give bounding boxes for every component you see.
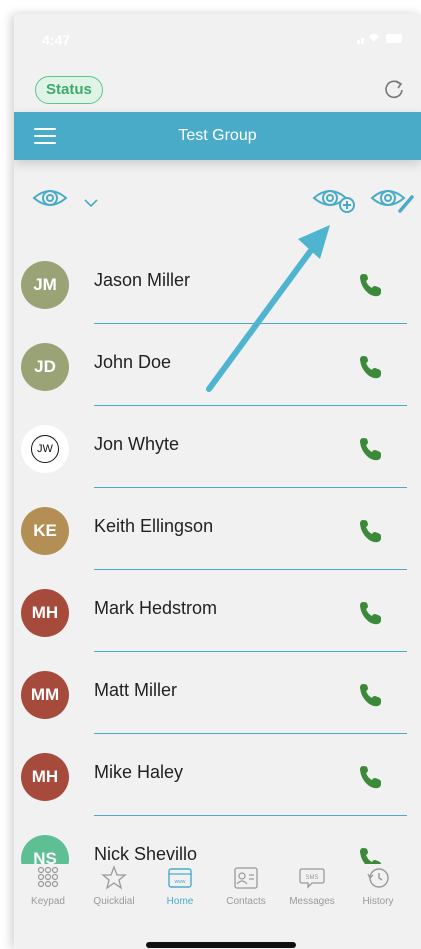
app-screen: 4:47 Status Test Group JM Jason Miller J… <box>14 14 421 949</box>
phone-icon[interactable] <box>357 272 383 298</box>
contact-row[interactable]: JD John Doe <box>14 324 421 406</box>
star-icon <box>101 865 127 890</box>
avatar: JW <box>21 425 69 473</box>
contact-name: Jason Miller <box>94 270 191 290</box>
contact-name: Jon Whyte <box>94 434 180 454</box>
avatar: MH <box>21 589 69 637</box>
contact-name: Nick Shevillo <box>94 844 198 864</box>
status-button[interactable]: Status <box>35 76 103 104</box>
avatar: MH <box>21 753 69 801</box>
add-view-icon[interactable] <box>312 184 356 214</box>
avatar: JM <box>21 261 69 309</box>
contact-row[interactable]: KE Keith Ellingson <box>14 488 421 570</box>
svg-text:SMS: SMS <box>305 875 318 881</box>
phone-icon[interactable] <box>357 518 383 544</box>
contact-row[interactable]: JM Jason Miller <box>14 242 421 324</box>
ios-status-bar: 4:47 <box>14 14 421 66</box>
home-icon: www <box>168 868 192 888</box>
contact-name: Mark Hedstrom <box>94 598 218 618</box>
tab-quickdial[interactable]: Quickdial <box>82 864 146 907</box>
avatar: JD <box>21 343 69 391</box>
tab-label: Quickdial <box>93 896 135 907</box>
svg-text:www: www <box>175 879 186 885</box>
tab-history[interactable]: History <box>346 864 410 907</box>
bottom-tab-bar: Keypad Quickdial www Home Contacts SMS Message… <box>14 864 421 949</box>
contact-name: Mike Haley <box>94 762 184 782</box>
contacts-icon <box>234 867 258 889</box>
tab-messages[interactable]: SMS Messages <box>280 864 344 907</box>
tab-label: Contacts <box>226 896 266 907</box>
contact-row[interactable]: MH Mike Haley <box>14 734 421 816</box>
phone-icon[interactable] <box>357 436 383 462</box>
chevron-down-icon[interactable] <box>84 198 98 208</box>
contact-row[interactable]: MH Mark Hedstrom <box>14 570 421 652</box>
header-bar: Test Group <box>14 112 421 160</box>
avatar-initials: JW <box>31 435 59 463</box>
clock: 4:47 <box>42 32 71 48</box>
sms-icon: SMS <box>299 868 325 889</box>
phone-icon[interactable] <box>357 600 383 626</box>
tab-label: History <box>362 896 394 907</box>
history-icon <box>367 868 389 888</box>
tab-keypad[interactable]: Keypad <box>16 864 80 907</box>
tab-label: Home <box>166 896 194 907</box>
contact-row[interactable]: MM Matt Miller <box>14 652 421 734</box>
contact-name: Keith Ellingson <box>94 516 214 536</box>
refresh-icon[interactable] <box>381 76 407 102</box>
phone-icon[interactable] <box>357 764 383 790</box>
tab-contacts[interactable]: Contacts <box>214 864 278 907</box>
tab-label: Keypad <box>31 896 65 907</box>
contact-name: John Doe <box>94 352 172 372</box>
phone-icon[interactable] <box>357 354 383 380</box>
avatar: KE <box>21 507 69 555</box>
filter-toolbar <box>14 184 421 224</box>
contact-name: Matt Miller <box>94 680 178 700</box>
eye-icon[interactable] <box>32 184 68 212</box>
avatar: MM <box>21 671 69 719</box>
phone-icon[interactable] <box>357 682 383 708</box>
keypad-icon <box>37 866 59 888</box>
tab-label: Messages <box>289 896 335 907</box>
page-title: Test Group <box>178 127 257 144</box>
home-indicator <box>146 942 296 948</box>
system-status-icons <box>357 34 402 44</box>
contact-row[interactable]: JW Jon Whyte <box>14 406 421 488</box>
tab-home[interactable]: www Home <box>148 864 212 907</box>
edit-view-icon[interactable] <box>370 184 414 214</box>
